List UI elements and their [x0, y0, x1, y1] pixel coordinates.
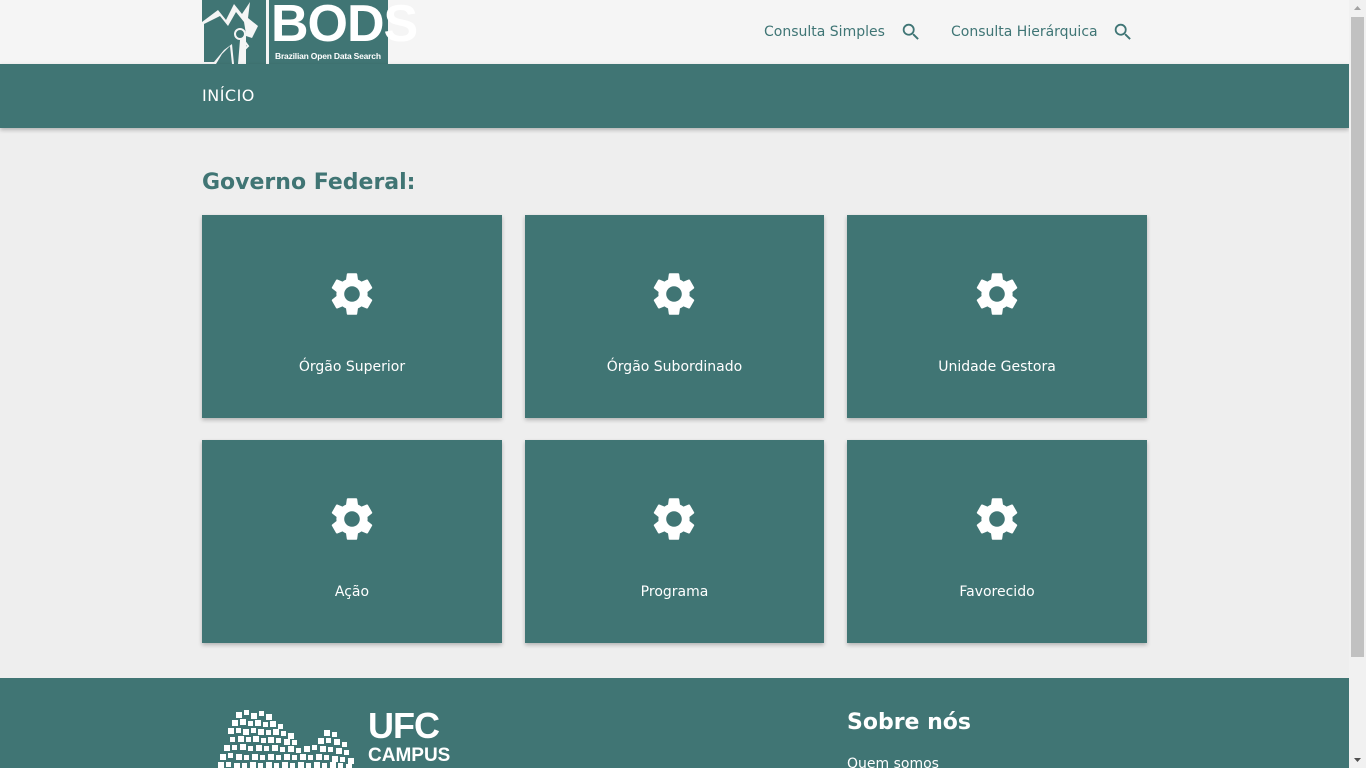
card-orgao-superior[interactable]: Órgão Superior	[202, 215, 502, 418]
nav-label: Consulta Hierárquica	[951, 24, 1098, 40]
top-header: BODS Brazilian Open Data Search Consulta…	[0, 0, 1349, 64]
card-label: Órgão Superior	[298, 359, 406, 375]
vertical-scrollbar[interactable]	[1349, 0, 1366, 768]
logo-title: BODS	[271, 0, 418, 53]
nav-consulta-simples[interactable]: Consulta Simples	[764, 20, 922, 44]
logo-text-block: BODS Brazilian Open Data Search	[269, 0, 418, 64]
card-orgao-subordinado[interactable]: Órgão Subordinado	[525, 215, 824, 418]
nav-consulta-hierarquica[interactable]: Consulta Hierárquica	[951, 20, 1134, 44]
about-title: Sobre nós	[847, 710, 972, 735]
ufc-mosaic-logo-icon	[218, 708, 358, 768]
ufc-logo-text: UFC CAMPUS	[368, 705, 451, 766]
card-programa[interactable]: Programa	[525, 440, 824, 643]
card-label: Ação	[334, 584, 370, 600]
gear-icon	[648, 268, 700, 320]
ufc-logo-line2: CAMPUS	[368, 745, 451, 766]
scrollbar-thumb[interactable]	[1351, 17, 1364, 657]
goat-logo-icon	[202, 0, 266, 64]
search-icon[interactable]	[1112, 21, 1134, 43]
gear-icon	[971, 493, 1023, 545]
ufc-logo-line1: UFC	[368, 705, 440, 746]
gear-icon	[971, 268, 1023, 320]
card-unidade-gestora[interactable]: Unidade Gestora	[847, 215, 1147, 418]
logo-subtitle: Brazilian Open Data Search	[275, 51, 381, 61]
scroll-down-arrow-icon[interactable]	[1349, 751, 1366, 768]
card-label: Órgão Subordinado	[606, 359, 743, 375]
gear-icon	[326, 493, 378, 545]
breadcrumb-bar: INÍCIO	[0, 64, 1349, 128]
breadcrumb-title: INÍCIO	[202, 86, 255, 105]
gear-icon	[648, 493, 700, 545]
card-acao[interactable]: Ação	[202, 440, 502, 643]
card-favorecido[interactable]: Favorecido	[847, 440, 1147, 643]
bods-logo[interactable]: BODS Brazilian Open Data Search	[202, 0, 418, 64]
scroll-up-arrow-icon[interactable]	[1349, 0, 1366, 17]
card-label: Unidade Gestora	[938, 359, 1056, 375]
footer: UFC CAMPUS Sobre nós Quem somos	[0, 678, 1349, 768]
card-label: Favorecido	[959, 584, 1035, 600]
about-link-quem-somos[interactable]: Quem somos	[847, 756, 939, 768]
search-icon[interactable]	[900, 21, 922, 43]
card-label: Programa	[640, 584, 709, 600]
gear-icon	[326, 268, 378, 320]
nav-label: Consulta Simples	[764, 24, 885, 40]
section-title: Governo Federal:	[202, 170, 416, 195]
